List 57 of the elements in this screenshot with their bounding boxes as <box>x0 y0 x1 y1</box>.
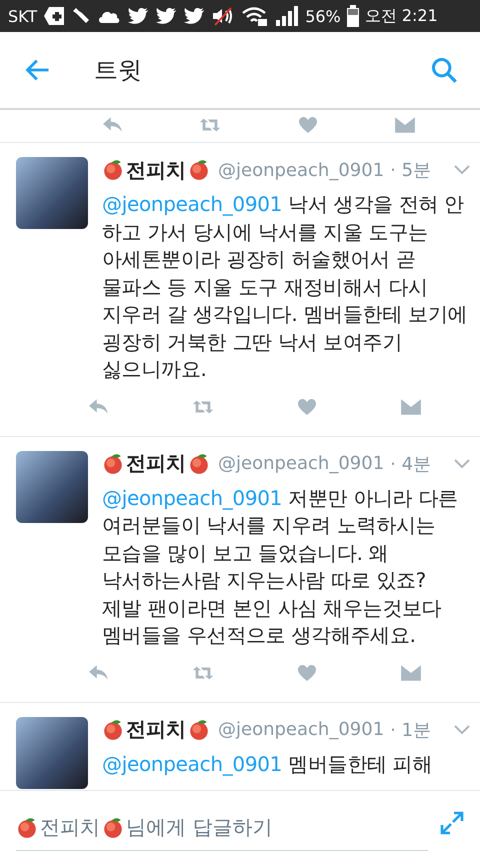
chevron-down-icon[interactable] <box>454 724 470 736</box>
heart-icon[interactable] <box>296 116 319 134</box>
peach-icon <box>102 159 124 181</box>
peach-icon <box>102 718 124 740</box>
heart-icon[interactable] <box>296 664 318 682</box>
clock-text: 오전 2:21 <box>364 6 438 26</box>
carrier-text: SKT <box>8 6 38 26</box>
heart-icon[interactable] <box>296 398 318 416</box>
avatar-photo-placeholder[interactable] <box>16 450 88 522</box>
medical-plus-icon <box>43 6 66 26</box>
reply-placeholder: 님에게 답글하기 <box>126 814 272 841</box>
chevron-down-icon[interactable] <box>454 164 470 176</box>
envelope-icon[interactable] <box>394 116 416 134</box>
envelope-icon[interactable] <box>400 664 422 682</box>
tweet-time: · 4분 <box>390 452 432 476</box>
peach-icon <box>188 159 210 181</box>
avatar-photo-placeholder[interactable] <box>16 716 88 788</box>
signal-icon <box>275 6 300 26</box>
reply-to-name: 전피치 <box>40 814 100 841</box>
tweet-text: @jeonpeach_0901 저뿐만 아니라 다른 여러분들이 낙서를 지우려 노력하시는 모습을 많이 보고 들었습니다. 왜 낙서하는사람 지우는사람 따로 있죠? 제발 팬이라면 본인 사심 채우는것보다 멤버들을 우선적으로 생각해주세요. <box>102 484 459 649</box>
tweet-text: @jeonpeach_0901 낙서 생각을 전혀 안 하고 가서 당시에 낙서를 지울 도구는 아세톤뿐이라 굉장히 허술했어서 곧 물파스 등 지울 도구 재정비해서 다시 지우러 갈 생각입니다. 멤버들한테 보기에 굉장히 거북한 그딴 낙서 보여주기 싫으니까요. <box>102 191 468 383</box>
tweet-time: · 5분 <box>390 159 432 182</box>
mention-link[interactable]: @jeonpeach_0901 <box>102 192 282 216</box>
reply-input-field[interactable]: 전피치 님에게 답글하기 <box>16 806 428 850</box>
peach-icon <box>102 452 124 474</box>
user-name[interactable]: 전피치 <box>126 716 186 743</box>
reply-icon[interactable] <box>88 664 110 682</box>
mention-link[interactable]: @jeonpeach_0901 <box>102 486 282 510</box>
mention-link[interactable]: @jeonpeach_0901 <box>102 752 282 776</box>
search-icon[interactable] <box>430 56 458 84</box>
peach-icon <box>188 718 210 740</box>
avatar-photo-placeholder[interactable] <box>16 157 88 229</box>
peach-icon <box>188 452 210 474</box>
tweet-text: @jeonpeach_0901 멤버들한테 피해 <box>102 750 434 778</box>
peach-icon <box>102 816 124 838</box>
tweet-time: · 1분 <box>390 718 432 742</box>
bird-icon <box>127 6 150 26</box>
bird-icon <box>183 6 206 26</box>
retweet-icon[interactable] <box>199 116 222 134</box>
bird-icon <box>155 6 178 26</box>
screen-title: 트윗 <box>94 55 143 86</box>
user-name[interactable]: 전피치 <box>126 156 186 184</box>
wifi-lock-icon <box>241 6 270 26</box>
retweet-icon[interactable] <box>192 398 214 416</box>
peach-icon <box>16 816 38 838</box>
expand-icon[interactable] <box>440 811 464 835</box>
retweet-icon[interactable] <box>192 664 214 682</box>
user-handle: @jeonpeach_0901 <box>218 453 384 474</box>
battery-percent-text: 56% <box>305 6 341 26</box>
chevron-down-icon[interactable] <box>454 458 470 470</box>
user-handle: @jeonpeach_0901 <box>218 160 384 180</box>
reply-icon[interactable] <box>102 116 124 134</box>
reply-icon[interactable] <box>88 398 110 416</box>
user-handle: @jeonpeach_0901 <box>218 719 384 740</box>
envelope-icon[interactable] <box>400 398 422 416</box>
battery-icon <box>346 5 359 27</box>
user-name[interactable]: 전피치 <box>126 450 186 477</box>
